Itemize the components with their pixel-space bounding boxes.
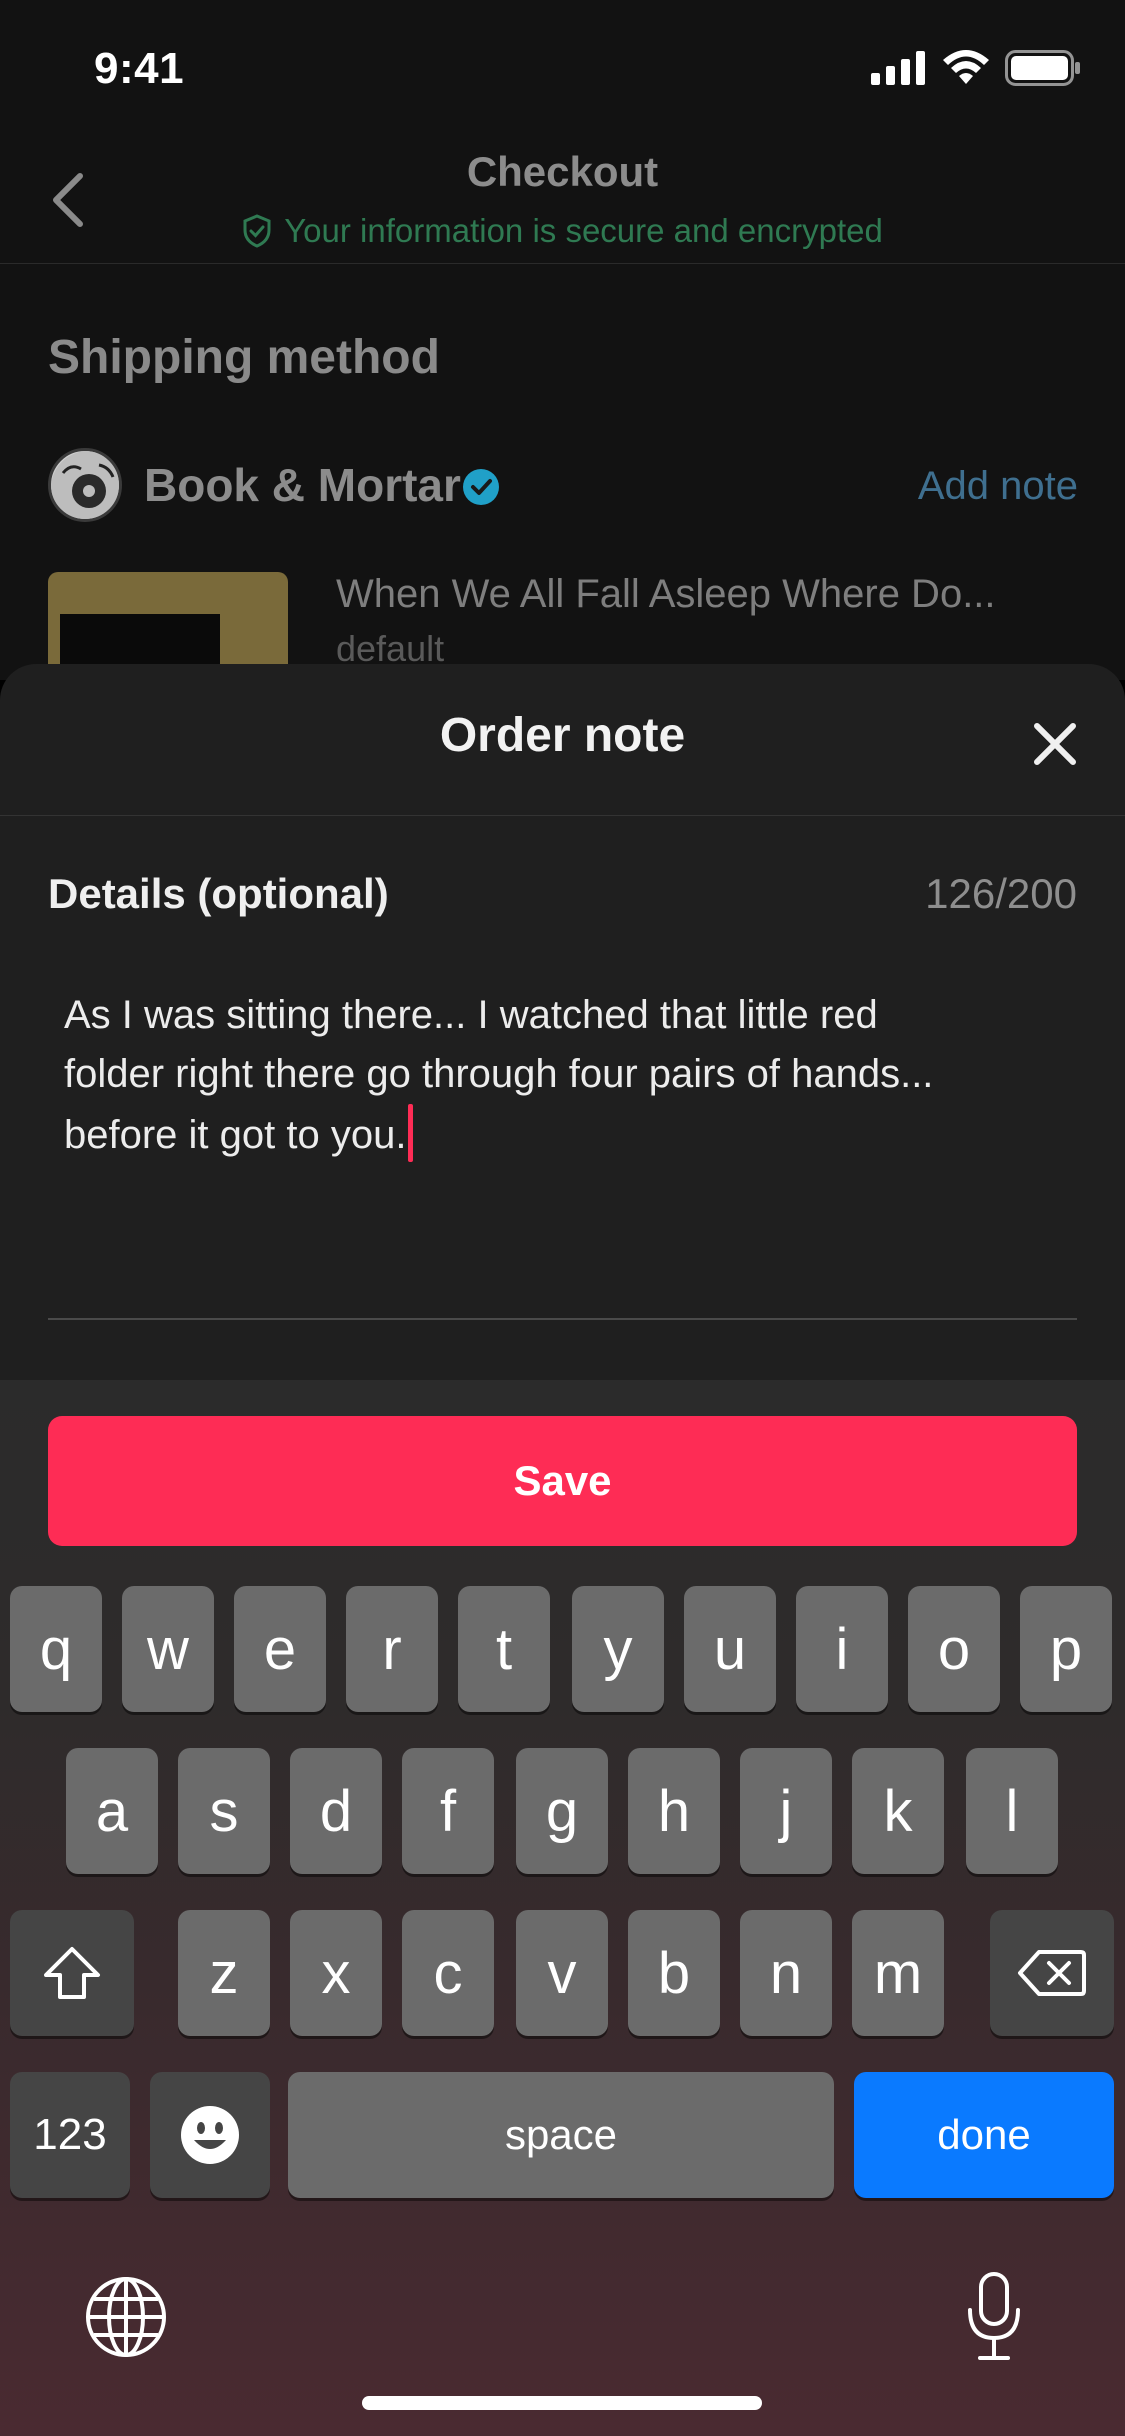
save-button[interactable]: Save xyxy=(48,1416,1077,1546)
key-j[interactable]: j xyxy=(740,1748,832,1874)
key-d[interactable]: d xyxy=(290,1748,382,1874)
space-key[interactable]: space xyxy=(288,2072,834,2198)
status-icons xyxy=(871,50,1081,86)
add-note-link[interactable]: Add note xyxy=(918,464,1078,509)
shop-name: Book & Mortar xyxy=(144,459,461,511)
shop-logo xyxy=(48,448,122,522)
key-o[interactable]: o xyxy=(908,1586,1000,1712)
key-n[interactable]: n xyxy=(740,1910,832,2036)
key-r[interactable]: r xyxy=(346,1586,438,1712)
shop-row: Book & Mortar Add note xyxy=(48,448,1078,524)
battery-icon xyxy=(1005,50,1080,86)
checkout-page: 9:41 Checkout Your information is secure… xyxy=(0,0,1125,692)
home-indicator xyxy=(362,2396,762,2410)
shipping-heading: Shipping method xyxy=(48,331,440,384)
secure-notice: Your information is secure and encrypted xyxy=(0,212,1125,250)
key-m[interactable]: m xyxy=(852,1910,944,2036)
verified-badge-icon xyxy=(463,469,499,505)
key-s[interactable]: s xyxy=(178,1748,270,1874)
note-line: before it got to you. xyxy=(64,1113,407,1157)
key-e[interactable]: e xyxy=(234,1586,326,1712)
text-caret xyxy=(408,1104,414,1162)
key-h[interactable]: h xyxy=(628,1748,720,1874)
microphone-icon[interactable] xyxy=(964,2270,1024,2364)
numbers-key[interactable]: 123 xyxy=(10,2072,130,2198)
wifi-icon xyxy=(943,50,989,84)
character-counter: 126/200 xyxy=(925,870,1077,917)
key-p[interactable]: p xyxy=(1020,1586,1112,1712)
key-q[interactable]: q xyxy=(10,1586,102,1712)
close-icon[interactable] xyxy=(1025,714,1085,774)
key-x[interactable]: x xyxy=(290,1910,382,2036)
key-f[interactable]: f xyxy=(402,1748,494,1874)
keyboard-area: Save q w e r t y u i o p a s d f g h j k… xyxy=(0,1380,1125,2436)
shift-icon xyxy=(44,1947,100,1999)
key-t[interactable]: t xyxy=(458,1586,550,1712)
key-c[interactable]: c xyxy=(402,1910,494,2036)
order-note-sheet: Order note Details (optional) 126/200 As… xyxy=(0,664,1125,1384)
done-key[interactable]: done xyxy=(854,2072,1114,2198)
key-g[interactable]: g xyxy=(516,1748,608,1874)
backspace-key[interactable] xyxy=(990,1910,1114,2036)
key-w[interactable]: w xyxy=(122,1586,214,1712)
key-l[interactable]: l xyxy=(966,1748,1058,1874)
shield-icon xyxy=(243,214,271,248)
key-v[interactable]: v xyxy=(516,1910,608,2036)
key-b[interactable]: b xyxy=(628,1910,720,2036)
key-k[interactable]: k xyxy=(852,1748,944,1874)
emoji-icon xyxy=(181,2106,239,2164)
globe-icon[interactable] xyxy=(84,2275,168,2359)
backspace-icon xyxy=(1018,1950,1086,1996)
note-line: As I was sitting there... I watched that… xyxy=(64,993,878,1037)
shift-key[interactable] xyxy=(10,1910,134,2036)
nav-bar: Checkout Your information is secure and … xyxy=(0,130,1125,264)
key-i[interactable]: i xyxy=(796,1586,888,1712)
key-u[interactable]: u xyxy=(684,1586,776,1712)
note-textarea[interactable]: As I was sitting there... I watched that… xyxy=(64,986,1064,1165)
sheet-title: Order note xyxy=(439,709,686,762)
key-a[interactable]: a xyxy=(66,1748,158,1874)
note-line: folder right there go through four pairs… xyxy=(64,1052,934,1096)
product-title: When We All Fall Asleep Where Do... xyxy=(336,572,996,616)
sheet-header: Order note xyxy=(0,664,1125,816)
emoji-key[interactable] xyxy=(150,2072,270,2198)
secure-text: Your information is secure and encrypted xyxy=(284,212,883,249)
key-z[interactable]: z xyxy=(178,1910,270,2036)
key-y[interactable]: y xyxy=(572,1586,664,1712)
status-time: 9:41 xyxy=(94,44,185,93)
details-label: Details (optional) xyxy=(48,870,389,917)
signal-icon xyxy=(871,51,925,85)
page-title: Checkout xyxy=(466,148,659,195)
note-divider xyxy=(48,1318,1077,1320)
